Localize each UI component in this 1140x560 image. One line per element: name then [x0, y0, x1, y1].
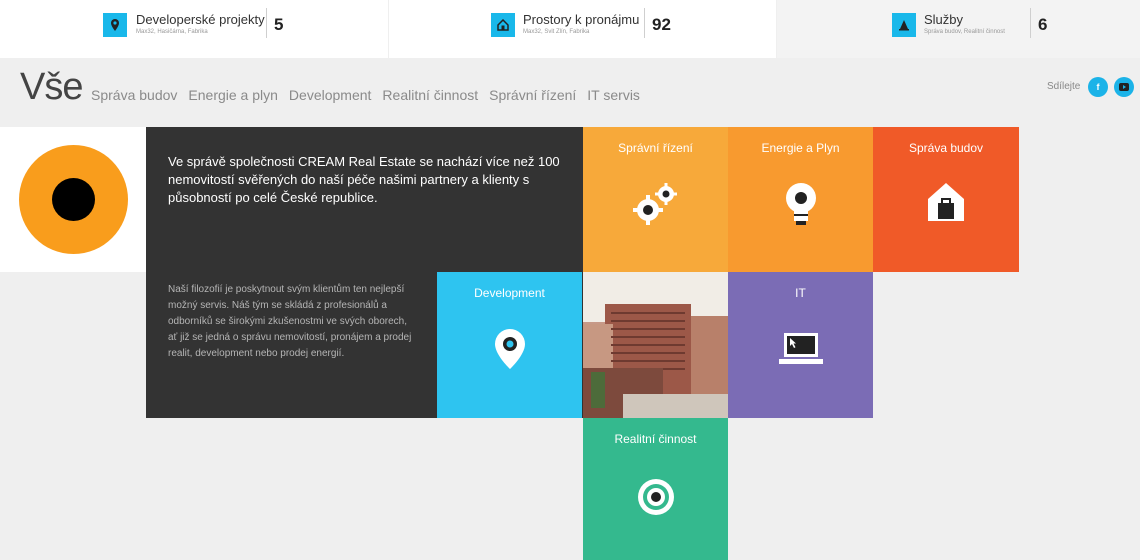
stat-title: Služby	[924, 12, 964, 27]
tile-realitni-cinnost[interactable]: Realitní činnost	[583, 418, 728, 560]
nav-item-realitni-cinnost[interactable]: Realitní činnost	[382, 87, 478, 103]
tile-label: IT	[795, 286, 806, 300]
map-pin-icon	[103, 13, 127, 37]
target-icon	[637, 478, 675, 521]
tile-development[interactable]: Development	[437, 272, 582, 418]
building-photo	[583, 272, 728, 418]
nav-item-it-servis[interactable]: IT servis	[587, 87, 640, 103]
tile-label: Realitní činnost	[614, 432, 697, 446]
share-label: Sdílejte	[1047, 81, 1081, 92]
page-title: Vše	[20, 66, 83, 108]
stat-subtitle: Max32, Hasičárna, Fabrika	[136, 29, 208, 35]
tile-sprava-budov[interactable]: Správa budov	[873, 127, 1019, 272]
tile-energie-a-plyn[interactable]: Energie a Plyn	[728, 127, 873, 272]
building-icon	[491, 13, 515, 37]
intro-text: Ve správě společnosti CREAM Real Estate …	[168, 154, 560, 205]
youtube-icon[interactable]	[1114, 77, 1134, 97]
laptop-icon	[778, 332, 823, 371]
stat-subtitle: Správa budov, Realitní činnost	[924, 29, 1005, 35]
nav-item-energie-a-plyn[interactable]: Energie a plyn	[188, 87, 278, 103]
stat-count: 6	[1038, 15, 1048, 34]
brand-logo-core	[52, 178, 95, 221]
stat-divider	[644, 8, 645, 38]
facebook-icon[interactable]: f	[1088, 77, 1108, 97]
map-pin-icon	[494, 328, 526, 375]
nav-item-development[interactable]: Development	[289, 87, 372, 103]
lightbulb-icon	[783, 181, 819, 234]
stat-title: Developerské projekty	[136, 12, 265, 27]
category-nav: Správa budov Energie a plyn Development …	[91, 87, 640, 103]
stat-count: 5	[274, 15, 284, 34]
tile-label: Development	[474, 286, 545, 300]
nav-item-sprava-budov[interactable]: Správa budov	[91, 87, 177, 103]
stat-developer-projects[interactable]: Developerské projekty Max32, Hasičárna, …	[0, 0, 388, 58]
tile-spravni-rizeni[interactable]: Správní řízení	[583, 127, 728, 272]
tile-it[interactable]: IT	[728, 272, 873, 418]
house-icon	[926, 181, 966, 228]
stat-services[interactable]: Služby Správa budov, Realitní činnost 6	[777, 0, 1140, 58]
stat-title: Prostory k pronájmu	[523, 12, 640, 27]
nav-item-spravni-rizeni[interactable]: Správní řízení	[489, 87, 576, 103]
stat-count: 92	[652, 15, 671, 34]
tile-label: Správa budov	[908, 141, 984, 155]
stat-subtitle: Max32, Svit Zlín, Fabrika	[523, 29, 590, 35]
cone-icon	[892, 13, 916, 37]
gears-icon	[632, 181, 680, 232]
tile-label: Správní řízení	[618, 141, 693, 155]
tile-label: Energie a Plyn	[761, 141, 840, 155]
stat-divider	[1030, 8, 1031, 38]
stat-divider	[266, 8, 267, 38]
philosophy-text: Naší filozofií je poskytnout svým klient…	[168, 284, 412, 359]
stat-spaces-for-rent[interactable]: Prostory k pronájmu Max32, Svit Zlín, Fa…	[389, 0, 776, 58]
